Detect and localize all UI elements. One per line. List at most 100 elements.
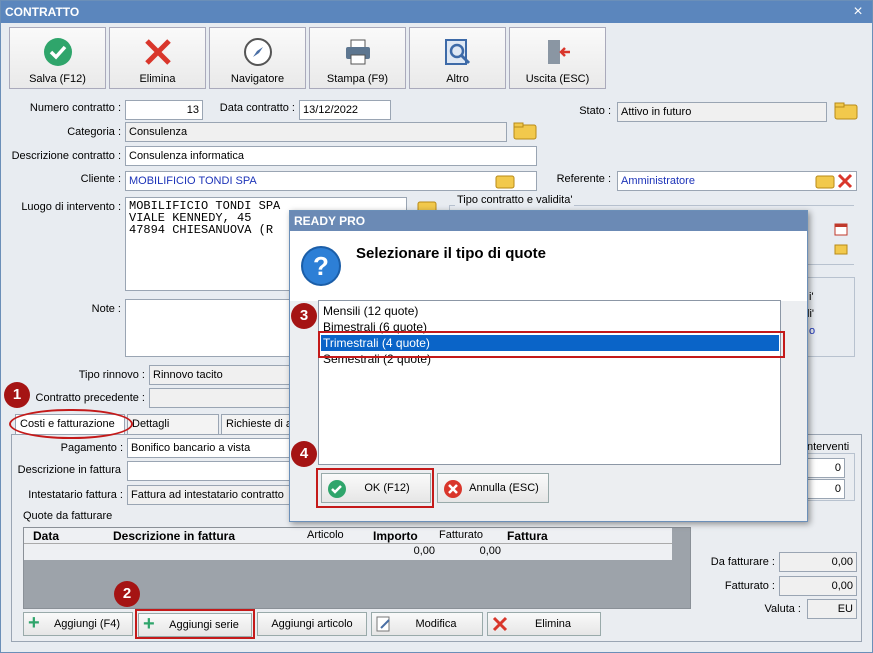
invoice-holder-label: Intestatario fattura :	[28, 489, 123, 501]
edit-button-label: Modifica	[415, 618, 457, 630]
contact-label: Referente :	[556, 173, 611, 185]
column-header-invoice: Fattura	[507, 529, 548, 543]
check-circle-icon	[44, 38, 72, 66]
currency-label: Valuta :	[764, 603, 802, 615]
cancel-icon	[443, 479, 463, 499]
exit-door-icon	[548, 40, 570, 64]
dialog-header: ? Selezionare il tipo di quote	[290, 231, 807, 301]
to-invoice-field: 0,00	[779, 552, 857, 572]
red-x-icon	[492, 616, 508, 632]
navigator-button[interactable]: Navigatore	[209, 27, 306, 89]
category-field: Consulenza	[125, 122, 507, 142]
description-field[interactable]: Consulenza informatica	[125, 146, 537, 166]
row-amount: 0,00	[413, 545, 435, 557]
quote-type-list[interactable]: Mensili (12 quote) Bimestrali (6 quote) …	[318, 300, 781, 465]
svg-text:?: ?	[313, 251, 329, 281]
status-label: Stato :	[579, 105, 611, 117]
fragment-text: li'	[807, 308, 814, 320]
annotation-box	[135, 609, 255, 639]
column-header-amount: Importo	[373, 529, 418, 543]
contract-window: CONTRATTO × Salva (F12) Elimina Navigato…	[0, 0, 873, 653]
folder-icon[interactable]	[815, 173, 839, 191]
navigator-button-label: Navigatore	[230, 73, 285, 85]
previous-contract-label: Contratto precedente :	[35, 392, 145, 404]
renewal-type-field: Rinnovo tacito	[149, 365, 295, 385]
row-invoiced: 0,00	[479, 545, 501, 557]
list-item[interactable]: Mensili (12 quote)	[321, 303, 779, 319]
delete-row-button-label: Elimina	[534, 618, 572, 630]
interventions-field[interactable]: 0	[803, 479, 845, 499]
notes-field[interactable]	[125, 299, 295, 357]
plus-icon: +	[28, 612, 40, 634]
to-invoice-label: Da fatturare :	[710, 556, 775, 568]
print-button-label: Stampa (F9)	[326, 73, 389, 85]
category-label: Categoria :	[67, 126, 121, 138]
contract-number-field[interactable]: 13	[125, 100, 203, 120]
edit-button[interactable]: Modifica	[371, 612, 483, 636]
installments-title: Quote da fatturare	[23, 510, 113, 522]
invoice-description-field[interactable]	[127, 461, 295, 481]
compass-icon	[244, 38, 272, 66]
delete-row-button[interactable]: Elimina	[487, 612, 601, 636]
interventions-field[interactable]: 0	[803, 458, 845, 478]
calendar-icon[interactable]	[834, 222, 848, 236]
contract-type-group-label: Tipo contratto e validita'	[455, 194, 575, 206]
delete-button[interactable]: Elimina	[109, 27, 206, 89]
status-field: Attivo in futuro	[617, 102, 827, 122]
cancel-button[interactable]: Annulla (ESC)	[437, 473, 549, 503]
red-x-icon	[145, 39, 171, 65]
tab-contract-details[interactable]: Dettagli contratto	[127, 414, 219, 448]
fragment-text: i'	[809, 291, 814, 303]
invoice-holder-field: Fattura ad intestatario contratto	[127, 485, 295, 505]
dialog-title: READY PRO	[290, 211, 807, 231]
magnifier-icon	[445, 39, 471, 65]
clear-icon[interactable]	[837, 173, 853, 189]
table-row[interactable]	[24, 544, 672, 560]
folder-icon[interactable]	[834, 242, 848, 256]
printer-icon	[346, 39, 370, 65]
annotation-box	[316, 468, 434, 508]
folder-icon[interactable]	[495, 173, 519, 191]
customer-field[interactable]: MOBILIFICIO TONDI SPA	[125, 171, 537, 191]
previous-contract-field	[149, 388, 295, 408]
print-button[interactable]: Stampa (F9)	[309, 27, 406, 89]
add-button-label: Aggiungi (F4)	[53, 618, 121, 630]
location-label: Luogo di intervento :	[21, 201, 121, 213]
exit-button[interactable]: Uscita (ESC)	[509, 27, 606, 89]
question-icon: ?	[301, 246, 341, 286]
column-header-invoiced: Fatturato	[439, 529, 484, 541]
quote-type-dialog: READY PRO ? Selezionare il tipo di quote…	[289, 210, 808, 522]
column-header-article: Articolo	[307, 529, 344, 541]
delete-button-label: Elimina	[139, 73, 176, 85]
customer-label: Cliente :	[80, 173, 121, 185]
save-button[interactable]: Salva (F12)	[9, 27, 106, 89]
contract-number-label: Numero contratto :	[29, 102, 121, 114]
notes-label: Note :	[91, 303, 121, 315]
folder-icon[interactable]	[513, 122, 537, 140]
contract-date-field[interactable]: 13/12/2022	[299, 100, 391, 120]
edit-icon	[376, 615, 392, 633]
more-button[interactable]: Altro	[409, 27, 506, 89]
dialog-heading: Selezionare il tipo di quote	[356, 245, 547, 262]
annotation-badge: 4	[291, 441, 317, 467]
payment-field[interactable]: Bonifico bancario a vista	[127, 438, 295, 458]
annotation-ellipse	[9, 409, 133, 439]
invoiced-field: 0,00	[779, 576, 857, 596]
window-title-text: CONTRATTO	[5, 5, 80, 19]
annotation-badge: 2	[114, 581, 140, 607]
save-button-label: Salva (F12)	[29, 73, 86, 85]
invoice-description-label: Descrizione in fattura	[17, 464, 121, 476]
exit-button-label: Uscita (ESC)	[525, 73, 590, 85]
add-button[interactable]: + Aggiungi (F4)	[23, 612, 133, 636]
window-title: CONTRATTO	[1, 1, 872, 23]
add-article-button[interactable]: Aggiungi articolo	[257, 612, 367, 636]
interventions-label: nterventi	[807, 441, 850, 453]
currency-field: EU	[807, 599, 857, 619]
annotation-badge: 3	[291, 303, 317, 329]
more-button-label: Altro	[446, 73, 469, 85]
column-header-description: Descrizione in fattura	[113, 529, 236, 543]
invoiced-label: Fatturato :	[724, 580, 775, 592]
folder-icon[interactable]	[834, 102, 858, 120]
description-label: Descrizione contratto :	[11, 150, 121, 162]
close-icon[interactable]: ×	[850, 4, 866, 20]
